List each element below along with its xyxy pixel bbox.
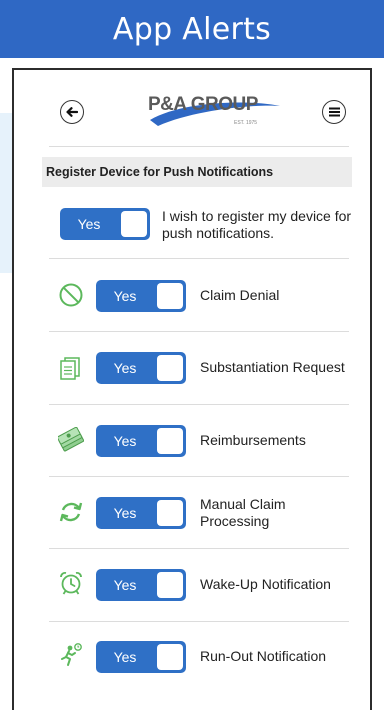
toggle-knob xyxy=(157,428,183,454)
section-title: Register Device for Push Notifications xyxy=(42,157,352,187)
wake-up-notification-toggle[interactable]: Yes xyxy=(96,569,186,601)
toggle-knob xyxy=(157,572,183,598)
divider xyxy=(49,146,349,147)
register-device-toggle[interactable]: Yes xyxy=(60,208,150,240)
no-entry-icon xyxy=(58,282,84,308)
divider xyxy=(49,404,349,405)
document-icon xyxy=(58,355,84,381)
arrow-left-icon xyxy=(66,107,78,117)
page-banner: App Alerts xyxy=(0,0,384,58)
money-stack-icon xyxy=(56,426,85,453)
substantiation-request-label: Substantiation Request xyxy=(200,359,345,375)
divider xyxy=(49,476,349,477)
toggle-knob xyxy=(121,211,147,237)
reimbursements-toggle[interactable]: Yes xyxy=(96,425,186,457)
logo-est-text: EST. 1975 xyxy=(234,120,258,126)
toggle-label: Yes xyxy=(113,649,137,665)
banner-title: App Alerts xyxy=(112,11,272,47)
alarm-clock-icon xyxy=(58,570,84,596)
substantiation-request-toggle[interactable]: Yes xyxy=(96,352,186,384)
app-header: P&A GROUP EST. 1975 xyxy=(14,70,370,154)
background-panel xyxy=(0,113,12,273)
hamburger-menu-icon xyxy=(328,107,340,117)
manual-claim-processing-toggle[interactable]: Yes xyxy=(96,497,186,529)
toggle-label: Yes xyxy=(113,505,137,521)
claim-denial-toggle[interactable]: Yes xyxy=(96,280,186,312)
toggle-label: Yes xyxy=(113,577,137,593)
sync-arrows-icon xyxy=(58,499,84,525)
run-out-notification-toggle[interactable]: Yes xyxy=(96,641,186,673)
wake-up-notification-label: Wake-Up Notification xyxy=(200,576,331,592)
toggle-label: Yes xyxy=(113,360,137,376)
logo-text: P&A GROUP xyxy=(148,94,258,115)
toggle-label: Yes xyxy=(77,216,101,232)
claim-denial-label: Claim Denial xyxy=(200,287,280,303)
divider xyxy=(49,621,349,622)
run-out-notification-label: Run-Out Notification xyxy=(200,648,327,664)
manual-claim-processing-label: Manual Claim Processing xyxy=(200,496,286,529)
menu-button[interactable] xyxy=(322,100,346,124)
register-device-text: I wish to register my device for push no… xyxy=(162,208,352,241)
reimbursements-label: Reimbursements xyxy=(200,432,306,448)
toggle-knob xyxy=(157,500,183,526)
divider xyxy=(49,331,349,332)
phone-frame: P&A GROUP EST. 1975 Register Device for … xyxy=(12,68,372,710)
back-button[interactable] xyxy=(60,100,84,124)
toggle-knob xyxy=(157,644,183,670)
toggle-knob xyxy=(157,283,183,309)
divider xyxy=(49,258,349,259)
divider xyxy=(49,548,349,549)
section-title-text: Register Device for Push Notifications xyxy=(46,165,274,179)
runner-icon xyxy=(58,642,84,668)
toggle-label: Yes xyxy=(113,288,137,304)
pa-group-logo: P&A GROUP EST. 1975 xyxy=(144,90,284,136)
toggle-label: Yes xyxy=(113,433,137,449)
toggle-knob xyxy=(157,355,183,381)
